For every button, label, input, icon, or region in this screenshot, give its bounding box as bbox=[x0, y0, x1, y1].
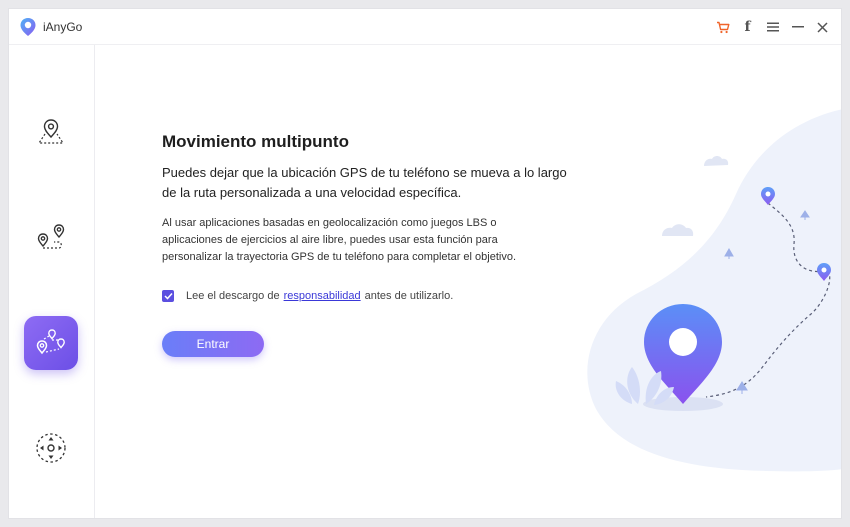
sidebar-item-change-location[interactable] bbox=[24, 105, 78, 159]
multi-pin-route-icon bbox=[36, 329, 65, 355]
window-controls: f bbox=[710, 15, 835, 39]
sidebar-item-joystick[interactable] bbox=[24, 421, 78, 475]
joystick-icon bbox=[36, 433, 66, 463]
disclaimer-link[interactable]: responsabilidad bbox=[284, 290, 361, 302]
facebook-glyph: f bbox=[744, 19, 751, 35]
feature-summary: Puedes dejar que la ubicación GPS de tu … bbox=[162, 165, 567, 200]
sidebar-item-two-spot[interactable] bbox=[24, 211, 78, 265]
disclaimer-suffix: antes de utilizarlo. bbox=[364, 290, 454, 302]
disclaimer-prefix: Lee el descargo de bbox=[186, 290, 280, 302]
app-logo-icon bbox=[20, 18, 36, 36]
menu-icon[interactable] bbox=[760, 15, 785, 39]
cart-icon[interactable] bbox=[710, 15, 735, 39]
title-bar: iAnyGo f bbox=[9, 9, 841, 45]
app-title: iAnyGo bbox=[43, 20, 83, 34]
page-title: Movimiento multipunto bbox=[162, 132, 349, 151]
main-panel: Movimiento multipunto Puedes dejar que l… bbox=[96, 45, 841, 518]
cloud-icon bbox=[662, 224, 694, 236]
sidebar bbox=[9, 45, 95, 518]
disclaimer-checkbox[interactable] bbox=[162, 290, 174, 302]
sidebar-item-multi-spot[interactable] bbox=[24, 316, 78, 370]
check-icon bbox=[163, 292, 173, 300]
app-window: iAnyGo f Movimiento multipunto Puedes de… bbox=[8, 8, 842, 519]
minimize-icon[interactable] bbox=[785, 15, 810, 39]
enter-button[interactable]: Entrar bbox=[162, 331, 264, 357]
disclaimer-row: Lee el descargo de responsabilidad antes… bbox=[162, 290, 453, 302]
feature-description: Al usar aplicaciones basadas en geolocal… bbox=[162, 217, 517, 263]
route-illustration bbox=[587, 109, 841, 472]
cloud-icon bbox=[704, 156, 729, 166]
map-pin-icon bbox=[37, 119, 65, 144]
two-pin-route-icon bbox=[37, 224, 65, 249]
facebook-icon[interactable]: f bbox=[735, 15, 760, 39]
close-icon[interactable] bbox=[810, 15, 835, 39]
